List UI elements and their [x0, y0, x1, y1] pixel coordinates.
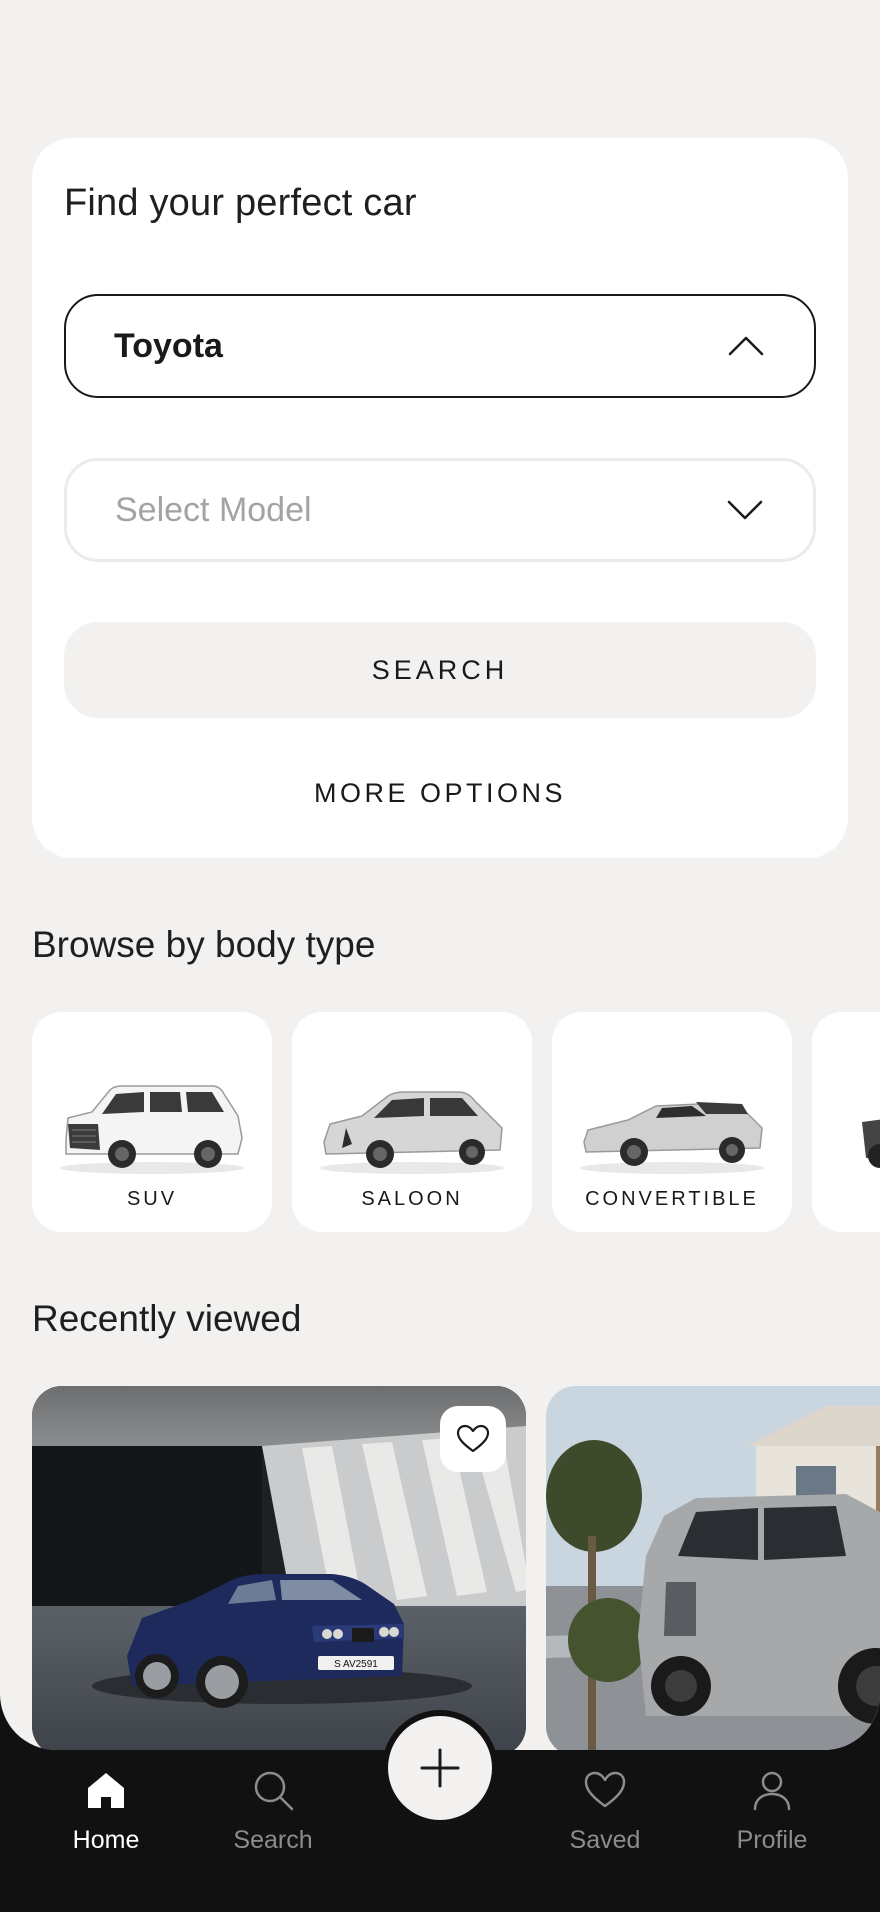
body-type-label: CONVERTIBLE: [585, 1188, 759, 1210]
body-type-card-pickup[interactable]: [812, 1012, 880, 1232]
car-search-card: Find your perfect car Toyota Select Mode…: [32, 138, 848, 858]
make-select-value: Toyota: [114, 326, 223, 365]
tab-home-label: Home: [72, 1826, 140, 1854]
body-type-label: SUV: [126, 1188, 178, 1210]
browse-section-title: Browse by body type: [32, 924, 376, 965]
tab-search-label: Search: [233, 1826, 313, 1854]
body-type-card-convertible[interactable]: CONVERTIBLE: [552, 1012, 792, 1232]
tab-saved[interactable]: Saved: [535, 1750, 675, 1880]
favorite-button[interactable]: [440, 1406, 506, 1472]
tab-saved-label: Saved: [569, 1826, 641, 1854]
chevron-down-icon: [727, 500, 763, 520]
tab-home[interactable]: Home: [36, 1750, 176, 1880]
pickup-car-image: [862, 1119, 880, 1168]
fab-surface: [388, 1716, 492, 1820]
model-select-placeholder: Select Model: [115, 490, 312, 529]
license-plate-text: S AV2591: [334, 1659, 378, 1670]
make-select[interactable]: Toyota: [64, 294, 816, 398]
body-type-list: SUV SALOON CONVERTIBLE: [32, 1012, 880, 1232]
search-icon: [254, 1771, 294, 1811]
suv-car-image: [60, 1085, 244, 1174]
heart-icon: [456, 1424, 490, 1453]
recent-section-title: Recently viewed: [32, 1298, 302, 1339]
main-sheet: Find your perfect car Toyota Select Mode…: [0, 0, 880, 1750]
more-options-link[interactable]: MORE OPTIONS: [32, 778, 848, 809]
body-type-label: SALOON: [361, 1188, 463, 1210]
body-type-card-suv[interactable]: SUV: [32, 1012, 272, 1232]
convertible-car-image: [580, 1102, 764, 1174]
saloon-car-image: [320, 1091, 504, 1174]
tab-profile-label: Profile: [736, 1826, 808, 1854]
heart-icon: [584, 1771, 626, 1808]
grey-suv-photo: [546, 1386, 880, 1750]
profile-icon: [753, 1771, 791, 1811]
search-card-title: Find your perfect car: [64, 182, 417, 224]
recent-card-suv[interactable]: [546, 1386, 880, 1750]
search-button[interactable]: SEARCH: [64, 622, 816, 718]
tab-profile[interactable]: Profile: [702, 1750, 842, 1880]
recently-viewed-list: S AV2591: [32, 1386, 880, 1750]
plus-icon: [420, 1748, 460, 1788]
tab-search[interactable]: Search: [203, 1750, 343, 1880]
home-icon: [88, 1773, 124, 1808]
add-fab-button[interactable]: [382, 1710, 498, 1826]
model-select[interactable]: Select Model: [64, 458, 816, 562]
chevron-up-icon: [728, 336, 764, 356]
body-type-card-saloon[interactable]: SALOON: [292, 1012, 532, 1232]
recent-card-bmw[interactable]: S AV2591: [32, 1386, 526, 1750]
